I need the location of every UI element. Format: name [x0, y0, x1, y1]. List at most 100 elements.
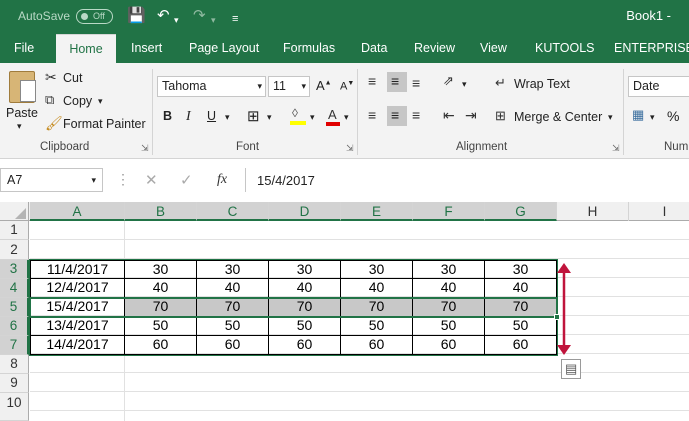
fill-color-dropdown-icon[interactable]: ▾: [310, 112, 315, 123]
column-header[interactable]: C: [197, 202, 269, 221]
column-header[interactable]: B: [125, 202, 197, 221]
merge-center-icon[interactable]: ⊞: [495, 108, 506, 124]
formula-bar: A7 ▾ ⋮ ✕ ✓ fx 15/4/2017: [0, 168, 689, 192]
redo-dropdown-icon[interactable]: ▾: [211, 11, 216, 29]
name-box-dropdown-icon: ▾: [91, 175, 96, 185]
column-header[interactable]: G: [485, 202, 557, 221]
align-left-icon[interactable]: ≡: [368, 107, 376, 123]
column-header[interactable]: A: [30, 202, 125, 221]
customize-toolbar-icon[interactable]: ≡: [232, 10, 238, 28]
paste-icon[interactable]: [9, 71, 36, 103]
decrease-font-icon[interactable]: A▼: [340, 80, 354, 93]
column-header[interactable]: H: [557, 202, 629, 221]
name-box[interactable]: A7 ▾: [0, 168, 103, 192]
font-color-icon[interactable]: A: [326, 107, 340, 126]
tab-data[interactable]: Data: [361, 34, 387, 63]
font-name-value: Tahoma: [162, 79, 207, 93]
quick-analysis-button[interactable]: ▤: [561, 359, 581, 379]
redo-icon[interactable]: ↷: [193, 7, 206, 25]
tab-formulas[interactable]: Formulas: [283, 34, 335, 63]
column-header[interactable]: D: [269, 202, 341, 221]
row-header[interactable]: 7: [0, 336, 29, 355]
copy-dropdown-icon[interactable]: ▾: [98, 96, 103, 107]
bottom-align-icon[interactable]: ≡: [412, 75, 420, 91]
top-align-icon[interactable]: ≡: [368, 73, 376, 89]
orientation-dropdown-icon[interactable]: ▾: [462, 79, 467, 90]
orientation-icon[interactable]: ⇗: [443, 73, 454, 89]
cut-button[interactable]: Cut: [63, 71, 82, 85]
tab-insert[interactable]: Insert: [131, 34, 162, 63]
row-header[interactable]: 6: [0, 317, 29, 336]
merge-center-button[interactable]: Merge & Center: [514, 110, 602, 124]
column-header[interactable]: E: [341, 202, 413, 221]
number-group-label: Num: [664, 141, 689, 153]
underline-dropdown-icon[interactable]: ▾: [225, 112, 230, 123]
middle-align-icon[interactable]: ≡: [387, 72, 407, 92]
cancel-icon[interactable]: ✕: [145, 171, 158, 189]
undo-dropdown-icon[interactable]: ▾: [174, 11, 179, 29]
undo-icon[interactable]: ↶: [157, 7, 170, 25]
decrease-indent-icon[interactable]: ⇤: [443, 107, 455, 124]
percent-icon[interactable]: %: [667, 108, 679, 124]
row-header[interactable]: 5: [0, 298, 29, 317]
enter-icon[interactable]: ✓: [180, 171, 193, 189]
increase-font-icon[interactable]: A▲: [316, 78, 332, 93]
align-center-icon[interactable]: ≡: [387, 106, 407, 126]
increase-indent-icon[interactable]: ⇥: [465, 107, 477, 124]
tab-home[interactable]: Home: [56, 34, 116, 63]
column-header[interactable]: I: [629, 202, 689, 221]
borders-icon[interactable]: ⊞: [247, 107, 260, 125]
font-size-value: 11: [273, 79, 286, 93]
select-all-corner[interactable]: [0, 202, 29, 221]
row-header[interactable]: 1: [0, 221, 29, 240]
insert-function-icon[interactable]: fx: [217, 172, 227, 188]
borders-dropdown-icon[interactable]: ▾: [267, 112, 272, 123]
cut-icon[interactable]: ✂: [45, 69, 57, 86]
paste-button[interactable]: Paste: [6, 106, 38, 120]
bold-icon[interactable]: B: [163, 109, 172, 123]
tab-enterprise[interactable]: ENTERPRISE: [614, 34, 689, 63]
paste-dropdown-icon[interactable]: ▾: [17, 121, 22, 132]
autosave-label: AutoSave: [18, 9, 71, 23]
tab-kutools[interactable]: KUTOOLS: [535, 34, 595, 63]
formula-input[interactable]: 15/4/2017: [257, 173, 315, 188]
tab-review[interactable]: Review: [414, 34, 455, 63]
row-header[interactable]: 4: [0, 279, 29, 298]
number-format-select[interactable]: Date: [628, 76, 689, 97]
format-painter-icon[interactable]: 🖌: [45, 115, 63, 132]
align-right-icon[interactable]: ≡: [412, 107, 420, 123]
font-size-select[interactable]: 11 ▾: [268, 76, 310, 97]
ribbon-tabs: File Home Insert Page Layout Formulas Da…: [0, 34, 689, 63]
font-launcher-icon[interactable]: ⇲: [346, 143, 354, 154]
accounting-format-icon[interactable]: ▦: [632, 107, 644, 123]
font-size-dropdown-icon: ▾: [301, 81, 306, 91]
accounting-dropdown-icon[interactable]: ▾: [650, 112, 655, 123]
save-icon[interactable]: 💾: [127, 7, 146, 25]
row-header[interactable]: 9: [0, 374, 29, 393]
row-header[interactable]: 2: [0, 240, 29, 260]
wrap-text-button[interactable]: Wrap Text: [514, 77, 570, 91]
row-header[interactable]: 8: [0, 355, 29, 374]
column-header[interactable]: F: [413, 202, 485, 221]
tab-file[interactable]: File: [14, 34, 34, 63]
underline-icon[interactable]: U: [207, 109, 216, 123]
row-header[interactable]: 3: [0, 260, 29, 279]
merge-dropdown-icon[interactable]: ▾: [608, 112, 613, 123]
copy-icon[interactable]: ⧉: [45, 92, 54, 108]
alignment-launcher-icon[interactable]: ⇲: [612, 143, 620, 154]
tab-view[interactable]: View: [480, 34, 507, 63]
italic-icon[interactable]: I: [186, 109, 191, 125]
active-row-outline: [29, 297, 558, 318]
font-color-dropdown-icon[interactable]: ▾: [344, 112, 349, 123]
tab-page-layout[interactable]: Page Layout: [189, 34, 259, 63]
wrap-text-icon[interactable]: ↵: [495, 75, 506, 91]
autosave-toggle[interactable]: Off: [76, 9, 113, 24]
clipboard-group-label: Clipboard: [40, 141, 90, 153]
font-name-select[interactable]: Tahoma ▾: [157, 76, 266, 97]
copy-button[interactable]: Copy: [63, 94, 92, 108]
fill-color-icon[interactable]: ◊: [290, 106, 306, 125]
format-painter-button[interactable]: Format Painter: [63, 117, 146, 131]
title-bar: AutoSave Off 💾 ↶ ▾ ↷ ▾ ≡ Book1 -: [0, 0, 689, 34]
row-header[interactable]: 10: [0, 393, 29, 421]
clipboard-launcher-icon[interactable]: ⇲: [141, 143, 149, 154]
